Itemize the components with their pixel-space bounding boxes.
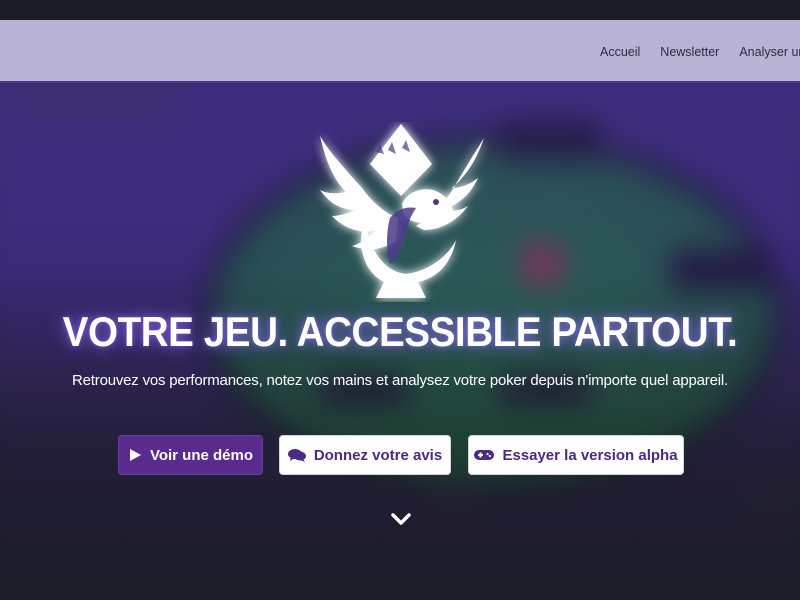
nav-link-newsletter[interactable]: Newsletter (660, 45, 719, 59)
navbar: Accueil Newsletter Analyser une (0, 20, 800, 83)
feedback-button-label: Donnez votre avis (313, 446, 443, 464)
nav-links: Accueil Newsletter Analyser une (590, 20, 800, 83)
alpha-button-label: Essayer la version alpha (502, 446, 678, 464)
demo-button-label: Voir une démo (149, 446, 254, 464)
comments-icon (287, 448, 306, 462)
play-icon (128, 448, 142, 462)
eagle-spade-logo (320, 124, 484, 298)
chevron-down-icon[interactable] (389, 510, 413, 530)
browser-top-strip (0, 0, 800, 20)
hero-subtitle: Retrouvez vos performances, notez vos ma… (72, 372, 728, 389)
page: Accueil Newsletter Analyser une (0, 0, 800, 600)
nav-link-analyser[interactable]: Analyser une (739, 45, 800, 59)
hero-title: VOTRE JEU. ACCESSIBLE PARTOUT. (62, 308, 738, 355)
gamepad-icon (474, 449, 495, 461)
nav-link-accueil[interactable]: Accueil (600, 45, 640, 59)
feedback-button[interactable]: Donnez votre avis (279, 435, 451, 475)
alpha-button[interactable]: Essayer la version alpha (468, 435, 684, 475)
demo-button[interactable]: Voir une démo (118, 435, 263, 475)
